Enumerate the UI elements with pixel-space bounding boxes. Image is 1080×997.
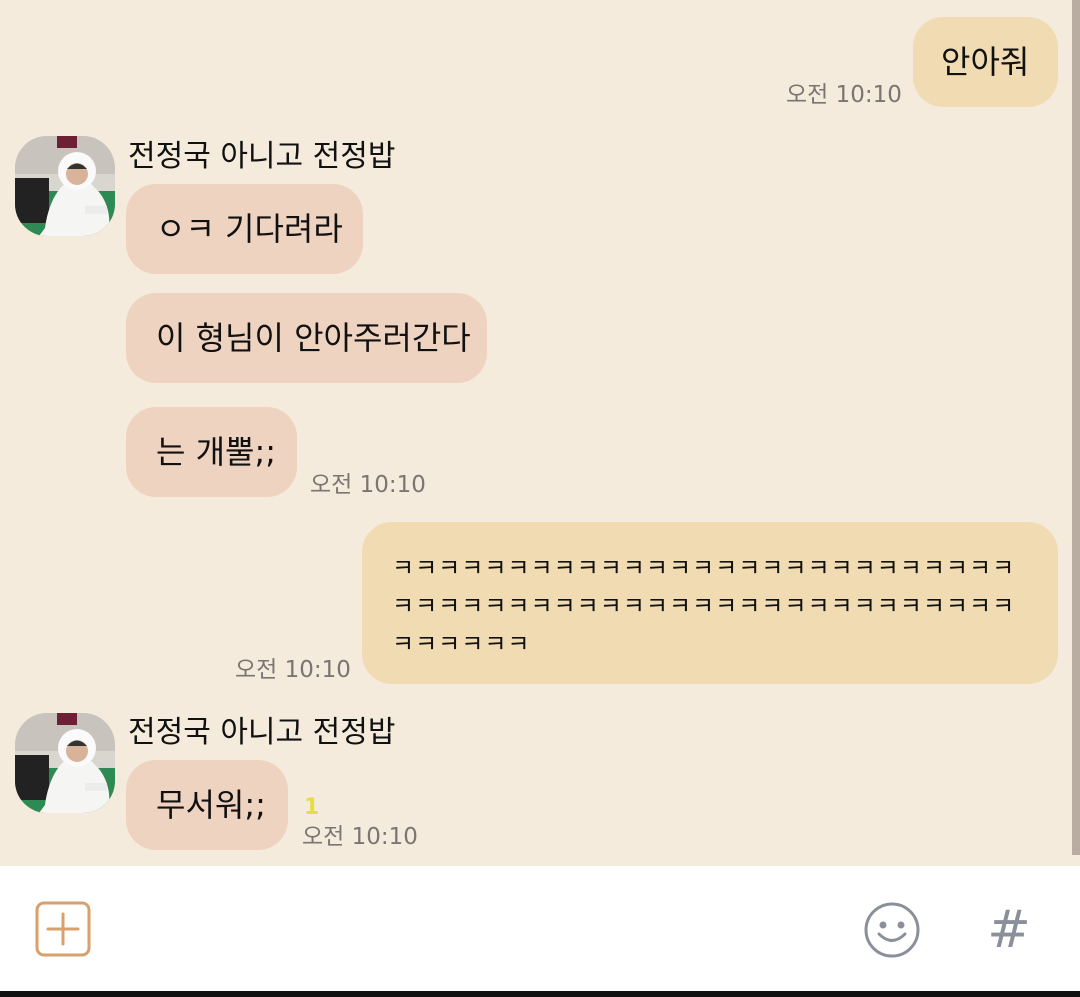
my-message-bubble[interactable]: 안아줘	[913, 17, 1058, 107]
message-text: ㅋㅋㅋㅋㅋㅋㅋㅋㅋㅋㅋㅋㅋㅋㅋㅋㅋㅋㅋㅋㅋㅋㅋㅋㅋㅋㅋㅋㅋㅋㅋㅋㅋㅋㅋㅋㅋㅋㅋㅋ…	[392, 554, 1016, 658]
chat-screen: 안아줘 오전 10:10 전정국 아니고 전정밥 ㅇㅋ 기다려라 이 형님이 안…	[0, 0, 1080, 997]
their-message-bubble[interactable]: 는 개뿔;;	[126, 407, 297, 497]
message-text: 안아줘	[941, 43, 1030, 81]
plus-square-icon	[35, 901, 91, 957]
avatar[interactable]	[15, 713, 115, 813]
message-text: 이 형님이 안아주러간다	[156, 319, 471, 357]
avatar[interactable]	[15, 136, 115, 236]
smile-icon	[864, 902, 920, 958]
message-text: ㅇㅋ 기다려라	[156, 210, 343, 248]
message-text: 는 개뿔;;	[156, 433, 277, 471]
add-button[interactable]	[35, 901, 91, 957]
emoji-button[interactable]	[862, 900, 922, 960]
unread-count: 1	[304, 795, 320, 820]
message-timestamp: 오전 10:10	[235, 657, 351, 683]
message-input-bar: #	[0, 866, 1080, 997]
sender-name: 전정국 아니고 전정밥	[128, 715, 396, 750]
avatar-image	[15, 713, 115, 813]
avatar-image	[15, 136, 115, 236]
hashtag-button[interactable]: #	[982, 900, 1036, 960]
scrollbar[interactable]	[1072, 0, 1080, 855]
their-message-bubble[interactable]: 무서워;;	[126, 760, 288, 850]
sender-name: 전정국 아니고 전정밥	[128, 139, 396, 174]
their-message-bubble[interactable]: ㅇㅋ 기다려라	[126, 184, 363, 274]
message-timestamp: 오전 10:10	[786, 82, 902, 108]
message-timestamp: 오전 10:10	[310, 472, 426, 498]
message-timestamp: 오전 10:10	[302, 824, 418, 850]
hashtag-label: #	[987, 900, 1031, 960]
my-message-bubble[interactable]: ㅋㅋㅋㅋㅋㅋㅋㅋㅋㅋㅋㅋㅋㅋㅋㅋㅋㅋㅋㅋㅋㅋㅋㅋㅋㅋㅋㅋㅋㅋㅋㅋㅋㅋㅋㅋㅋㅋㅋㅋ…	[362, 522, 1058, 684]
their-message-bubble[interactable]: 이 형님이 안아주러간다	[126, 293, 487, 383]
message-text: 무서워;;	[156, 786, 266, 824]
bottom-divider	[0, 991, 1080, 997]
